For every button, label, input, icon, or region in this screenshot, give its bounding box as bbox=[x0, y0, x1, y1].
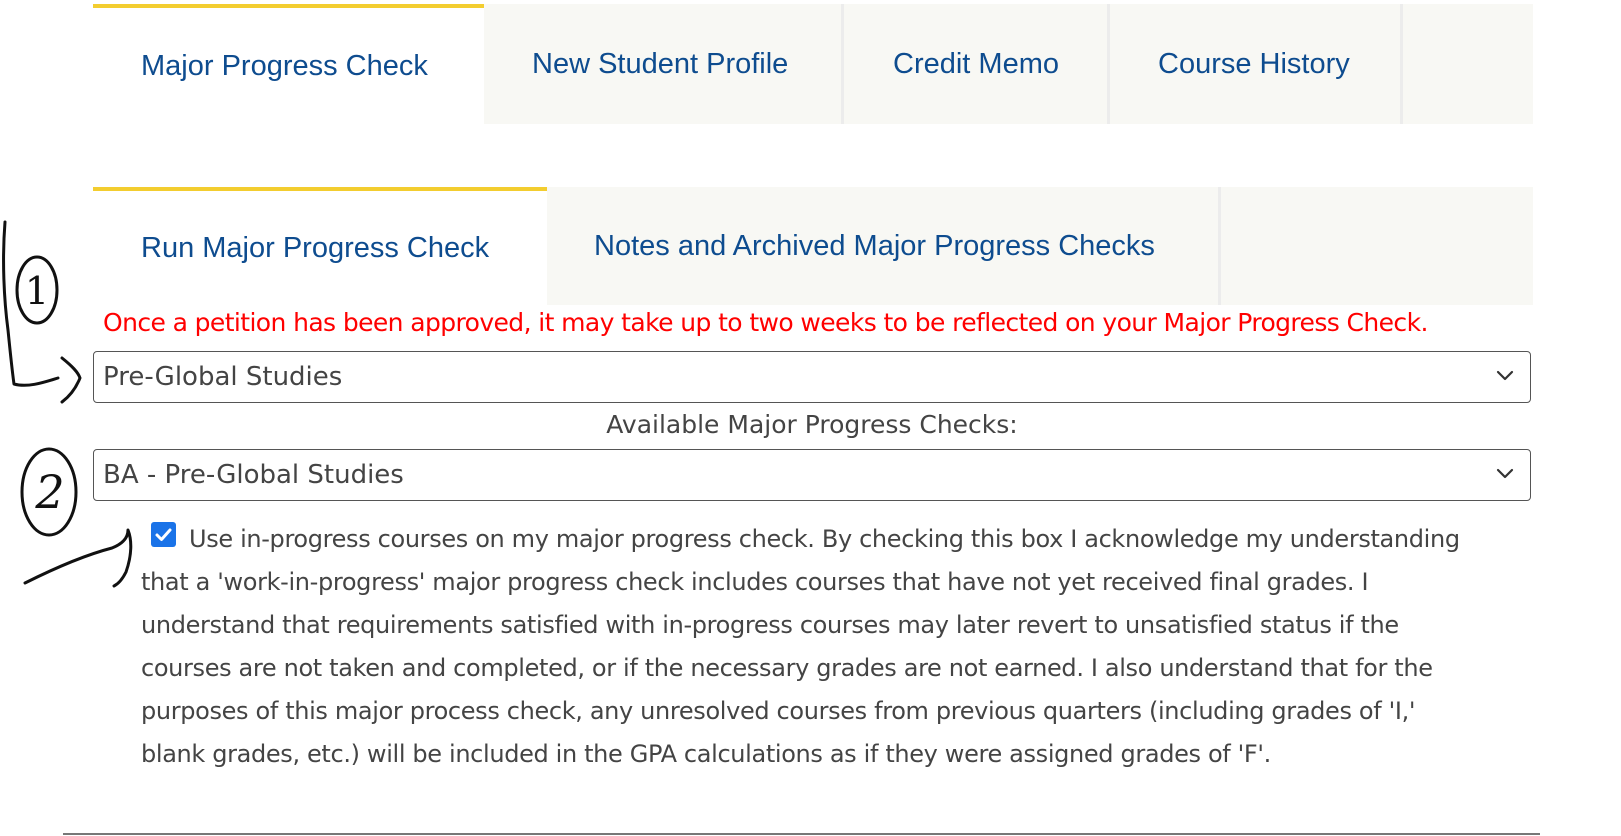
tab-run-major-progress-check[interactable]: Run Major Progress Check bbox=[93, 187, 547, 305]
in-progress-checkbox[interactable] bbox=[151, 522, 176, 547]
annotation-bracket-1 bbox=[2, 220, 60, 387]
annotation-circle-1 bbox=[15, 255, 59, 325]
annotation-mark-1: 1 bbox=[25, 269, 49, 313]
petition-warning: Once a petition has been approved, it ma… bbox=[103, 308, 1428, 337]
check-icon bbox=[155, 528, 172, 541]
tab-course-history[interactable]: Course History bbox=[1110, 4, 1403, 124]
in-progress-acknowledgement: Use in-progress courses on my major prog… bbox=[141, 525, 1460, 768]
annotation-mark-2: 2 bbox=[34, 465, 64, 519]
major-select-value: Pre-Global Studies bbox=[103, 362, 343, 392]
annotation-circle-2 bbox=[20, 447, 78, 537]
chevron-down-icon bbox=[1496, 370, 1514, 381]
main-tab-bar: Major Progress Check New Student Profile… bbox=[93, 4, 1533, 124]
tab-bar-filler bbox=[1403, 4, 1533, 124]
annotation-arrowhead-1 bbox=[60, 356, 82, 404]
progress-check-select[interactable]: BA - Pre-Global Studies bbox=[93, 449, 1531, 501]
bottom-divider bbox=[63, 833, 1540, 835]
tab-major-progress-check[interactable]: Major Progress Check bbox=[93, 4, 484, 124]
progress-check-select-value: BA - Pre-Global Studies bbox=[103, 460, 404, 490]
tab-credit-memo[interactable]: Credit Memo bbox=[844, 4, 1110, 124]
chevron-down-icon bbox=[1496, 468, 1514, 479]
available-checks-label: Available Major Progress Checks: bbox=[606, 410, 1018, 439]
major-select[interactable]: Pre-Global Studies bbox=[93, 351, 1531, 403]
annotation-arrow-2 bbox=[23, 528, 133, 588]
sub-tab-bar-filler bbox=[1221, 187, 1533, 305]
tab-notes-and-archived-checks[interactable]: Notes and Archived Major Progress Checks bbox=[547, 187, 1221, 305]
sub-tab-bar: Run Major Progress Check Notes and Archi… bbox=[93, 187, 1533, 305]
tab-new-student-profile[interactable]: New Student Profile bbox=[484, 4, 844, 124]
